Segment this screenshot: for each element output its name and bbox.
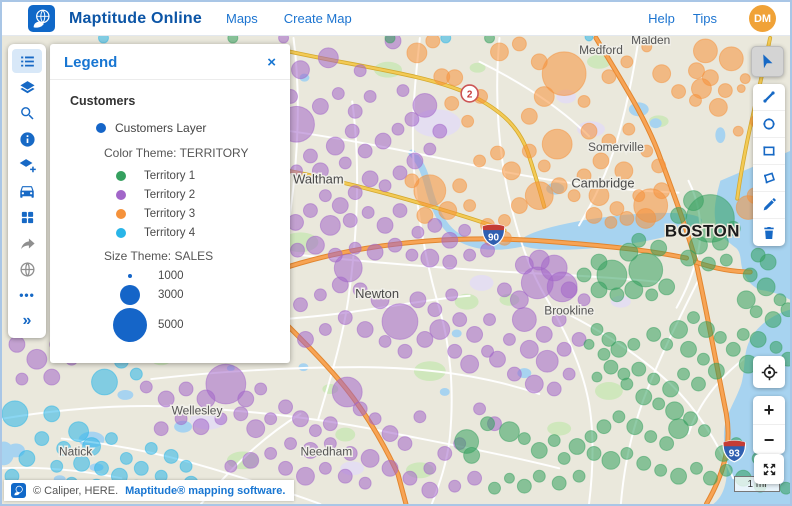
size-dot-3000 <box>120 285 140 305</box>
share-icon[interactable] <box>12 231 42 255</box>
tips-link[interactable]: Tips <box>693 11 717 26</box>
nav-create-map[interactable]: Create Map <box>284 11 352 26</box>
nav-maps[interactable]: Maps <box>226 11 258 26</box>
delete-trash-tool[interactable] <box>753 219 785 246</box>
maptitude-logo-icon <box>28 5 55 32</box>
territory-3-dot-icon <box>116 209 126 219</box>
color-theme-label: Color Theme: TERRITORY <box>70 146 276 160</box>
size-row: 1000 <box>70 270 276 282</box>
measure-line-tool[interactable] <box>753 84 785 111</box>
zoom-out-button[interactable]: − <box>753 425 785 454</box>
territory-row: Territory 3 <box>70 205 276 223</box>
legend-title: Legend <box>64 54 117 71</box>
add-layer-icon[interactable] <box>12 153 42 177</box>
zoom-in-button[interactable]: + <box>753 396 785 425</box>
web-globe-icon[interactable] <box>12 257 42 281</box>
copyright-text: © Caliper, HERE. <box>33 485 118 497</box>
svg-text:BOSTON: BOSTON <box>665 221 740 240</box>
app-window: Maptitude Online Maps Create Map Help Ti… <box>0 0 792 506</box>
caliper-logo-icon <box>11 483 26 498</box>
svg-text:Malden: Malden <box>631 36 670 47</box>
draw-rectangle-tool[interactable] <box>753 138 785 165</box>
svg-text:Somerville: Somerville <box>588 140 644 154</box>
svg-text:Brookline: Brookline <box>544 304 594 318</box>
territory-2-dot-icon <box>116 190 126 200</box>
svg-text:2: 2 <box>467 89 473 100</box>
territory-row: Territory 4 <box>70 224 276 242</box>
draw-polygon-tool[interactable] <box>753 165 785 192</box>
map-canvas[interactable]: 2 90 93 Malden Medford Somerville Cambridge Wa… <box>2 36 790 504</box>
svg-text:Natick: Natick <box>59 444 92 458</box>
left-toolbar: ••• » <box>8 44 46 338</box>
close-icon[interactable]: × <box>267 55 276 70</box>
legend-panel: Legend × Customers Customers Layer Color… <box>50 44 290 363</box>
legend-group-title: Customers <box>70 94 276 108</box>
fullscreen-button[interactable] <box>754 454 784 484</box>
draw-toolbar <box>753 84 785 246</box>
info-icon[interactable] <box>12 127 42 151</box>
locate-me-button[interactable] <box>753 356 785 388</box>
svg-text:90: 90 <box>488 232 500 243</box>
territory-row: Territory 2 <box>70 186 276 204</box>
attribution-bar: © Caliper, HERE. Maptitude® mapping soft… <box>4 480 294 501</box>
maptitude-brand-link[interactable]: Maptitude® mapping software. <box>125 485 285 497</box>
draw-freehand-pencil-tool[interactable] <box>753 192 785 219</box>
more-icon[interactable]: ••• <box>12 283 42 307</box>
user-avatar[interactable]: DM <box>749 5 776 32</box>
zoom-controls: + − <box>753 396 785 454</box>
search-icon[interactable] <box>12 101 42 125</box>
locate-icon <box>760 363 779 382</box>
svg-text:Medford: Medford <box>579 43 623 57</box>
svg-text:Needham: Needham <box>300 444 352 458</box>
app-title: Maptitude Online <box>69 10 202 28</box>
select-cursor-tool[interactable] <box>751 46 784 77</box>
size-row: 3000 <box>70 285 276 305</box>
draw-circle-tool[interactable] <box>753 111 785 138</box>
header: Maptitude Online Maps Create Map Help Ti… <box>2 2 790 36</box>
size-theme-label: Size Theme: SALES <box>70 249 276 263</box>
territory-4-dot-icon <box>116 228 126 238</box>
cursor-icon <box>759 53 776 70</box>
territory-1-dot-icon <box>116 171 126 181</box>
size-dot-1000 <box>128 274 132 278</box>
svg-text:93: 93 <box>729 448 741 459</box>
size-dot-5000 <box>113 308 147 342</box>
customers-layer-row[interactable]: Customers Layer <box>70 121 276 135</box>
layer-label: Customers Layer <box>115 121 206 135</box>
legend-list-icon[interactable] <box>12 49 42 73</box>
collapse-icon[interactable]: » <box>12 309 42 333</box>
territory-row: Territory 1 <box>70 167 276 185</box>
fullscreen-icon <box>761 461 778 478</box>
svg-text:Waltham: Waltham <box>293 172 344 187</box>
help-link[interactable]: Help <box>648 11 675 26</box>
svg-text:Cambridge: Cambridge <box>571 176 634 191</box>
layers-icon[interactable] <box>12 75 42 99</box>
apps-grid-icon[interactable] <box>12 205 42 229</box>
svg-text:Wellesley: Wellesley <box>172 404 223 418</box>
layer-dot-icon <box>96 123 106 133</box>
top-nav: Maps Create Map <box>226 11 352 26</box>
routes-car-icon[interactable] <box>12 179 42 203</box>
svg-text:Newton: Newton <box>355 286 399 301</box>
size-row: 5000 <box>70 308 276 342</box>
